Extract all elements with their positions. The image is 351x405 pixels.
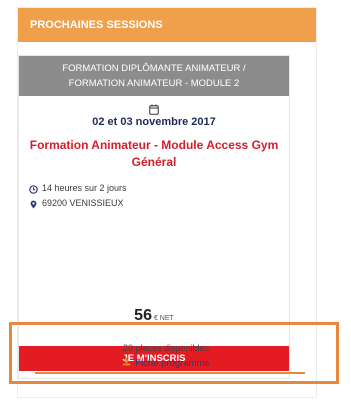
widget-header: PROCHAINES SESSIONS <box>18 8 316 42</box>
price-currency: € NET <box>153 315 174 322</box>
map-marker-icon <box>29 199 38 209</box>
clock-icon <box>29 184 38 194</box>
session-meta: 14 heures sur 2 jours 69200 VENISSIEUX <box>19 181 289 211</box>
session-title[interactable]: Formation Animateur - Module Access Gym … <box>19 137 289 171</box>
category-line-2: FORMATION ANIMATEUR - MODULE 2 <box>68 78 240 89</box>
session-location: 69200 VENISSIEUX <box>42 198 124 208</box>
session-date: 02 et 03 novembre 2017 <box>92 116 216 128</box>
category-line-1: FORMATION DIPLÔMANTE ANIMATEUR / <box>62 63 246 74</box>
location-row: 69200 VENISSIEUX <box>29 196 289 211</box>
session-duration: 14 heures sur 2 jours <box>42 183 127 193</box>
calendar-icon <box>19 102 289 115</box>
session-category-band: FORMATION DIPLÔMANTE ANIMATEUR / FORMATI… <box>19 56 289 96</box>
highlight-annotation-box <box>9 322 339 384</box>
duration-row: 14 heures sur 2 jours <box>29 181 289 196</box>
